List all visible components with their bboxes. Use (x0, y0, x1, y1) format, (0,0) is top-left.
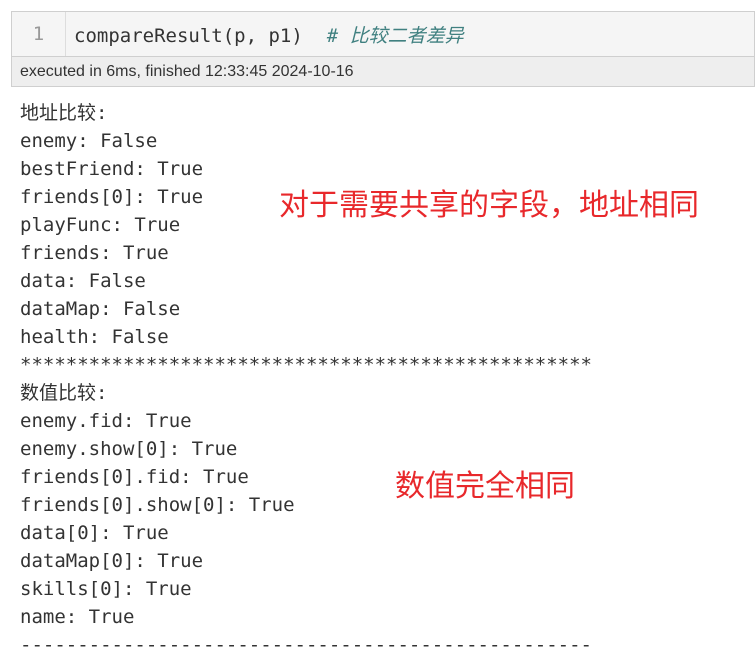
line-number: 1 (12, 12, 66, 56)
code-comment: # 比较二者差异 (326, 24, 464, 47)
value-annotation: 数值完全相同 (395, 469, 575, 504)
code-line[interactable]: compareResult(p, p1) # 比较二者差异 (66, 21, 464, 48)
output-line: dataMap: False (20, 298, 181, 320)
output-line: health: False (20, 326, 169, 348)
code-text: compareResult(p, p1) (74, 24, 303, 47)
output-line: enemy.fid: True (20, 410, 192, 432)
output-line: name: True (20, 606, 135, 628)
output-separator: ----------------------------------------… (20, 634, 592, 656)
output-line: enemy: False (20, 130, 158, 152)
execution-status: executed in 6ms, finished 12:33:45 2024-… (11, 56, 755, 87)
output-separator: ****************************************… (20, 354, 592, 376)
output-line: 数值比较: (20, 382, 108, 404)
output-line: enemy.show[0]: True (20, 438, 238, 460)
output-line: friends: True (20, 242, 169, 264)
output-line: bestFriend: True (20, 158, 204, 180)
notebook-cell: 1 compareResult(p, p1) # 比较二者差异 executed … (0, 0, 755, 661)
output-line: data: False (20, 270, 146, 292)
output-line: 地址比较: (20, 102, 108, 124)
output-line: skills[0]: True (20, 578, 192, 600)
output-line: data[0]: True (20, 522, 169, 544)
output-line: dataMap[0]: True (20, 550, 204, 572)
address-annotation: 对于需要共享的字段，地址相同 (279, 188, 699, 223)
code-cell-input[interactable]: 1 compareResult(p, p1) # 比较二者差异 (11, 11, 755, 56)
